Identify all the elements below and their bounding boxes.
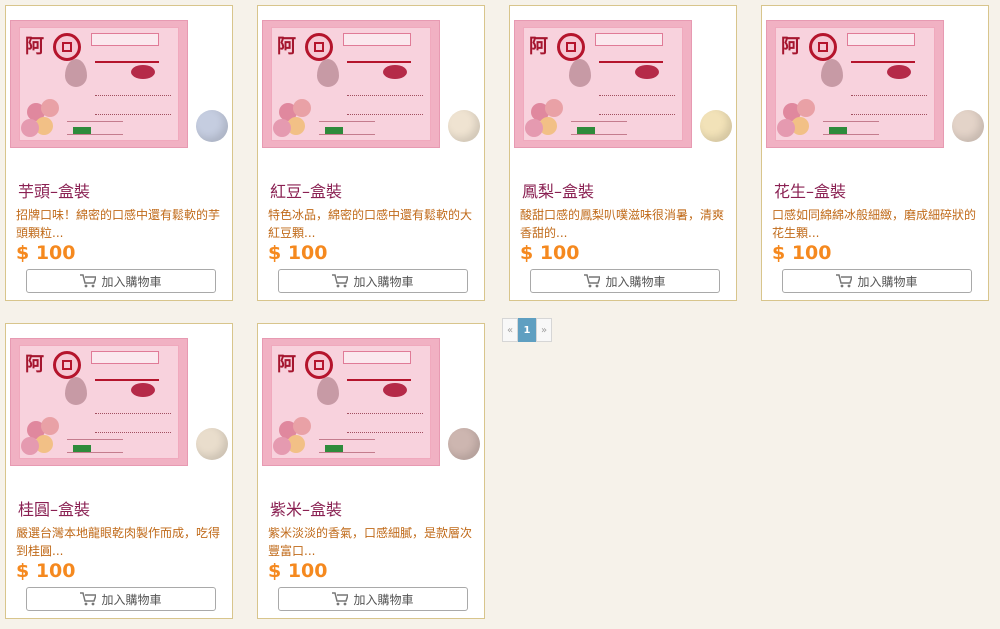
cart-icon xyxy=(80,274,97,288)
product-title[interactable]: 紅豆–盒裝 xyxy=(270,178,342,202)
product-card: 阿 鳳梨–盒裝 酸甜口感的鳳梨叭噗滋味很消暑，清爽香甜的... $ 100 加入… xyxy=(509,5,737,301)
cart-icon xyxy=(80,592,97,606)
product-description: 口感如同綿綿冰般細緻，磨成細碎狀的花生顆... xyxy=(772,208,977,240)
brand-label-image: 阿 xyxy=(262,338,440,466)
product-price: $ 100 xyxy=(268,242,328,264)
product-price: $ 100 xyxy=(772,242,832,264)
product-price: $ 100 xyxy=(16,560,76,582)
add-to-cart-button[interactable]: 加入購物車 xyxy=(26,269,216,293)
product-image[interactable]: 阿 xyxy=(262,338,482,466)
cart-icon xyxy=(332,592,349,606)
product-image[interactable]: 阿 xyxy=(10,20,230,148)
product-title[interactable]: 花生–盒裝 xyxy=(774,178,846,202)
add-to-cart-label: 加入購物車 xyxy=(101,592,162,607)
add-to-cart-label: 加入購物車 xyxy=(605,274,666,289)
product-image[interactable]: 阿 xyxy=(262,20,482,148)
product-title[interactable]: 紫米–盒裝 xyxy=(270,496,342,520)
add-to-cart-label: 加入購物車 xyxy=(101,274,162,289)
product-title[interactable]: 芋頭–盒裝 xyxy=(18,178,90,202)
product-card: 阿 紅豆–盒裝 特色冰品，綿密的口感中還有鬆軟的大紅豆顆... $ 100 加入… xyxy=(257,5,485,301)
product-card: 阿 紫米–盒裝 紫米淡淡的香氣，口感細膩，是款層次豐富口... $ 100 加入… xyxy=(257,323,485,619)
product-description: 招牌口味！綿密的口感中還有鬆軟的芋頭顆粒... xyxy=(16,208,221,240)
ice-cream-scoop xyxy=(196,110,228,142)
product-description: 紫米淡淡的香氣，口感細膩，是款層次豐富口... xyxy=(268,526,473,558)
add-to-cart-button[interactable]: 加入購物車 xyxy=(26,587,216,611)
product-price: $ 100 xyxy=(16,242,76,264)
ice-cream-scoop xyxy=(448,110,480,142)
product-card: 阿 芋頭–盒裝 招牌口味！綿密的口感中還有鬆軟的芋頭顆粒... $ 100 加入… xyxy=(5,5,233,301)
product-title[interactable]: 桂圓–盒裝 xyxy=(18,496,90,520)
product-description: 嚴選台灣本地龍眼乾肉製作而成，吃得到桂圓... xyxy=(16,526,221,558)
product-price: $ 100 xyxy=(520,242,580,264)
prev-page-button[interactable]: « xyxy=(502,318,518,342)
add-to-cart-button[interactable]: 加入購物車 xyxy=(278,587,468,611)
product-title[interactable]: 鳳梨–盒裝 xyxy=(522,178,594,202)
pagination: « 1 » xyxy=(502,318,552,342)
ice-cream-scoop xyxy=(196,428,228,460)
add-to-cart-label: 加入購物車 xyxy=(857,274,918,289)
product-image[interactable]: 阿 xyxy=(10,338,230,466)
product-image[interactable]: 阿 xyxy=(514,20,734,148)
product-card: 阿 花生–盒裝 口感如同綿綿冰般細緻，磨成細碎狀的花生顆... $ 100 加入… xyxy=(761,5,989,301)
add-to-cart-label: 加入購物車 xyxy=(353,592,414,607)
brand-label-image: 阿 xyxy=(766,20,944,148)
brand-label-image: 阿 xyxy=(10,20,188,148)
product-price: $ 100 xyxy=(268,560,328,582)
add-to-cart-button[interactable]: 加入購物車 xyxy=(530,269,720,293)
ice-cream-scoop xyxy=(448,428,480,460)
add-to-cart-label: 加入購物車 xyxy=(353,274,414,289)
brand-label-image: 阿 xyxy=(514,20,692,148)
brand-label-image: 阿 xyxy=(10,338,188,466)
cart-icon xyxy=(836,274,853,288)
cart-icon xyxy=(584,274,601,288)
add-to-cart-button[interactable]: 加入購物車 xyxy=(782,269,972,293)
product-description: 特色冰品，綿密的口感中還有鬆軟的大紅豆顆... xyxy=(268,208,473,240)
ice-cream-scoop xyxy=(952,110,984,142)
ice-cream-scoop xyxy=(700,110,732,142)
product-card: 阿 桂圓–盒裝 嚴選台灣本地龍眼乾肉製作而成，吃得到桂圓... $ 100 加入… xyxy=(5,323,233,619)
cart-icon xyxy=(332,274,349,288)
page-1-button[interactable]: 1 xyxy=(518,318,536,342)
product-description: 酸甜口感的鳳梨叭噗滋味很消暑，清爽香甜的... xyxy=(520,208,725,240)
brand-label-image: 阿 xyxy=(262,20,440,148)
next-page-button[interactable]: » xyxy=(536,318,552,342)
product-image[interactable]: 阿 xyxy=(766,20,986,148)
add-to-cart-button[interactable]: 加入購物車 xyxy=(278,269,468,293)
